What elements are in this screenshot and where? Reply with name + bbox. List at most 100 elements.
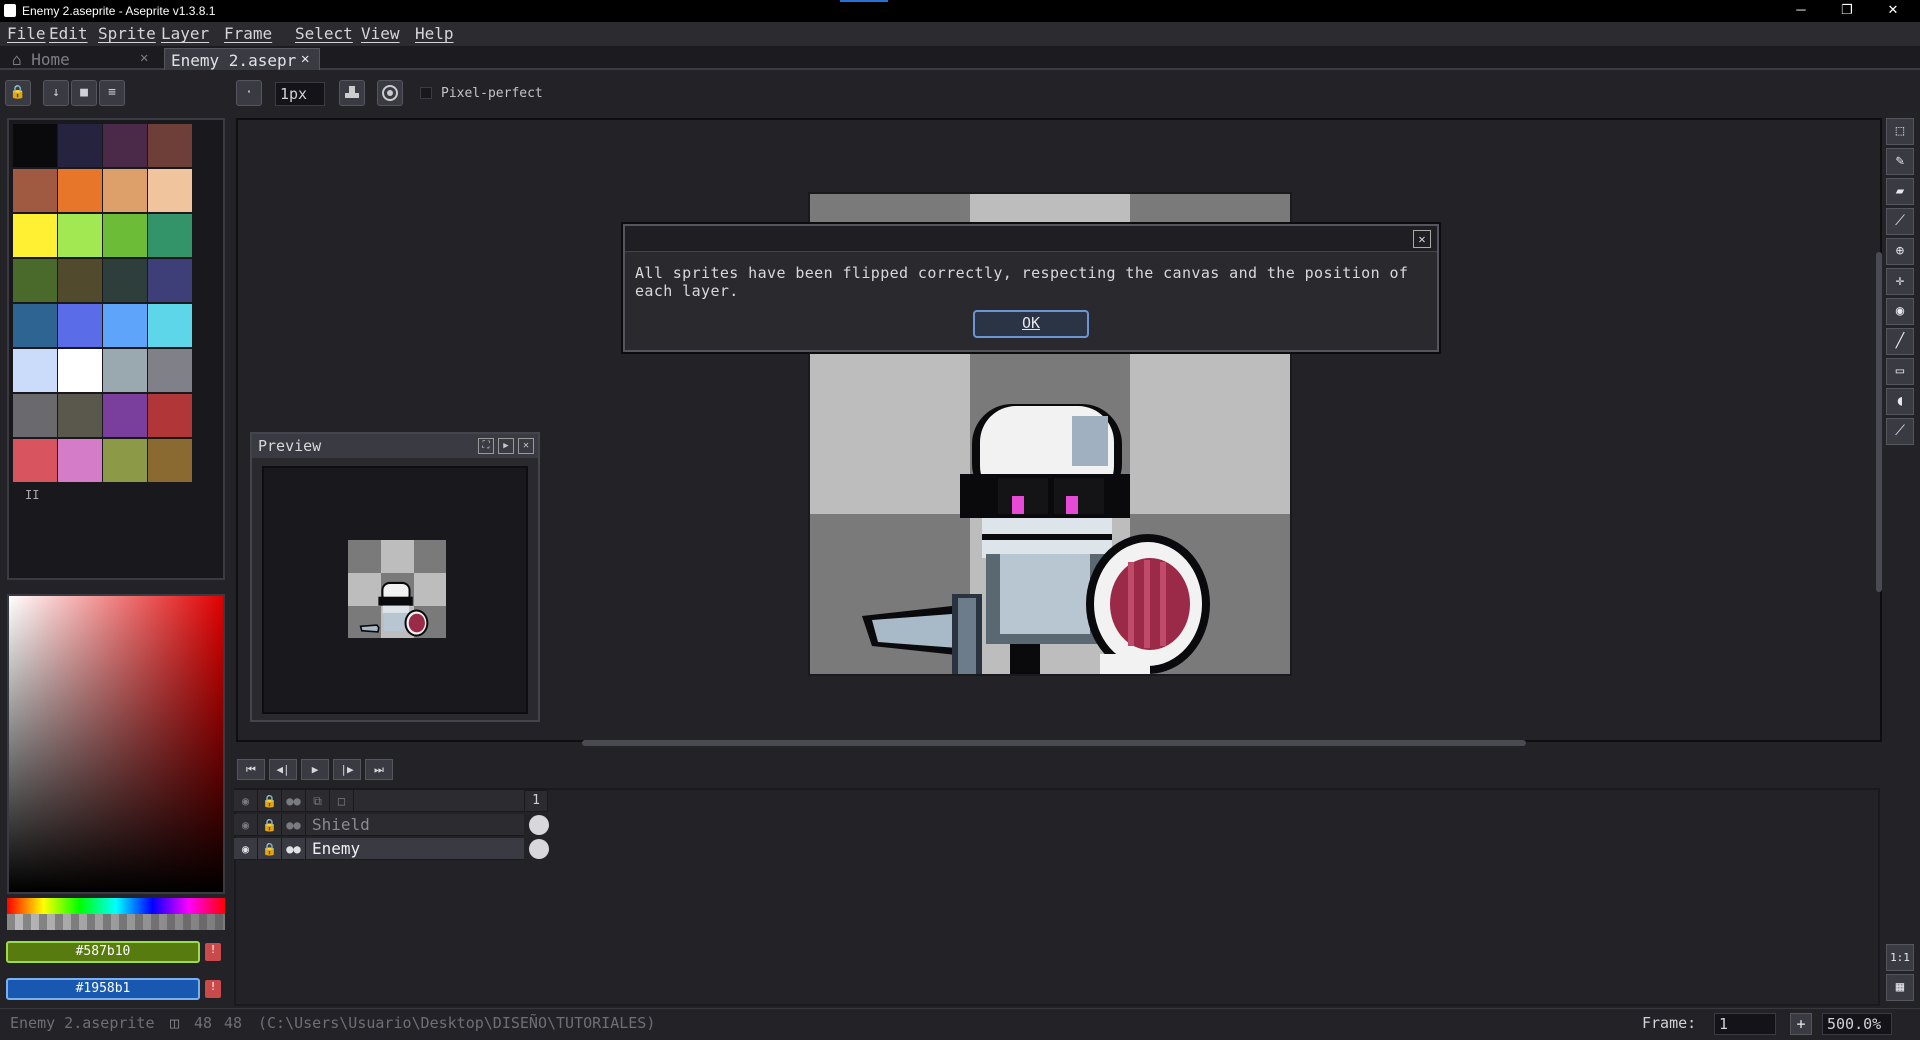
lock-icon[interactable]: 🔒	[258, 814, 282, 836]
lock-icon[interactable]: 🔒	[258, 838, 282, 860]
smudge-icon[interactable]: ⟋	[1886, 418, 1914, 445]
alert-dialog[interactable]: ✕ All sprites have been flipped correctl…	[623, 224, 1439, 352]
palette-swatch[interactable]	[58, 259, 102, 302]
first-frame-button[interactable]: ⏮	[237, 759, 265, 780]
cel-enemy-frame-1[interactable]	[529, 839, 549, 859]
frame-header-1[interactable]: 1	[524, 790, 548, 812]
tab-home-close-button[interactable]: ✕	[140, 50, 148, 66]
palette-swatch[interactable]	[13, 349, 57, 392]
palette-swatch[interactable]	[148, 304, 192, 347]
menu-file[interactable]: File	[7, 24, 46, 43]
lock-icon[interactable]: 🔒	[5, 80, 31, 106]
preview-window[interactable]: Preview ⛶ ▶ ✕	[250, 432, 540, 722]
palette-swatch[interactable]	[13, 124, 57, 167]
palette-swatch[interactable]	[103, 439, 147, 482]
tab-enemy-2[interactable]: Enemy 2.asepr ✕	[164, 48, 320, 70]
selection-icon[interactable]: ⬚	[1886, 118, 1914, 145]
palette-swatch[interactable]	[13, 394, 57, 437]
tab-enemy-2-close-button[interactable]: ✕	[301, 51, 309, 67]
horizontal-scrollbar[interactable]	[582, 740, 1526, 746]
zoom-icon[interactable]: ⊕	[1886, 238, 1914, 265]
target-icon[interactable]	[377, 80, 403, 106]
close-icon[interactable]: ✕	[1413, 230, 1431, 248]
palette-swatch[interactable]	[58, 439, 102, 482]
menu-select[interactable]: Select	[295, 24, 353, 43]
eye-icon[interactable]: ◉	[234, 790, 258, 812]
eyedropper-icon[interactable]: ⟋	[1886, 208, 1914, 235]
palette-swatch[interactable]	[148, 214, 192, 257]
palette-swatch[interactable]	[148, 259, 192, 302]
palette-save-button[interactable]: ■	[71, 80, 97, 106]
vertical-scrollbar[interactable]	[1876, 252, 1882, 592]
menu-frame[interactable]: Frame	[224, 24, 272, 43]
zoom-input[interactable]: 500.0%	[1822, 1013, 1892, 1035]
warning-icon[interactable]: !	[205, 980, 221, 998]
expand-icon[interactable]: ⛶	[478, 438, 494, 454]
palette-swatch[interactable]	[103, 349, 147, 392]
palette-swatch[interactable]	[148, 169, 192, 212]
palette-swatch[interactable]	[103, 394, 147, 437]
layers-icon[interactable]: ⧉	[306, 790, 330, 812]
last-frame-button[interactable]: ⏭	[365, 759, 393, 780]
hue-slider[interactable]	[7, 898, 225, 914]
preview-titlebar[interactable]: Preview ⛶ ▶ ✕	[252, 434, 538, 458]
blur-icon[interactable]: ◖	[1886, 388, 1914, 415]
palette-swatch[interactable]	[13, 304, 57, 347]
palette-swatch[interactable]	[148, 349, 192, 392]
layer-row-enemy[interactable]: ◉ 🔒 ●● Enemy	[234, 838, 524, 860]
add-frame-button[interactable]: +	[1790, 1013, 1812, 1035]
next-frame-button[interactable]: |▶	[333, 759, 361, 780]
menu-layer[interactable]: Layer	[161, 24, 209, 43]
palette-swatch[interactable]	[58, 349, 102, 392]
brush-size-field[interactable]: 1px	[275, 82, 325, 106]
palette-menu-button[interactable]: ≡	[99, 80, 125, 106]
play-button[interactable]: ▶	[301, 759, 329, 780]
frame-input[interactable]: 1	[1714, 1013, 1776, 1035]
palette-swatch[interactable]	[58, 169, 102, 212]
menu-view[interactable]: View	[361, 24, 400, 43]
maximize-button[interactable]: ❐	[1824, 0, 1870, 22]
warning-icon[interactable]: !	[205, 943, 221, 961]
palette-swatch[interactable]	[103, 259, 147, 302]
palette-swatch[interactable]	[148, 439, 192, 482]
close-icon[interactable]: ✕	[518, 438, 534, 454]
palette-swatch[interactable]	[103, 124, 147, 167]
continuous-icon[interactable]: ●●	[282, 838, 306, 860]
palette-swatch[interactable]	[148, 394, 192, 437]
palette-swatch[interactable]	[148, 124, 192, 167]
palette-swatch[interactable]	[103, 304, 147, 347]
background-color-button[interactable]: #1958b1	[6, 978, 200, 1000]
palette-down-button[interactable]: ↓	[43, 80, 69, 106]
color-picker[interactable]	[7, 594, 225, 894]
menu-edit[interactable]: Edit	[49, 24, 88, 43]
alpha-slider[interactable]	[7, 914, 225, 930]
palette-swatch[interactable]	[13, 259, 57, 302]
palette-swatch[interactable]	[103, 169, 147, 212]
pencil-icon[interactable]: ✎	[1886, 148, 1914, 175]
palette-swatch[interactable]	[58, 304, 102, 347]
lock-icon[interactable]: 🔒	[258, 790, 282, 812]
palette-swatch[interactable]	[58, 124, 102, 167]
palette-swatch[interactable]	[13, 169, 57, 212]
palette-swatch[interactable]	[13, 214, 57, 257]
eye-icon[interactable]: ◉	[234, 814, 258, 836]
cel-shield-frame-1[interactable]	[529, 815, 549, 835]
minimize-button[interactable]: ─	[1778, 0, 1824, 22]
palette-swatch[interactable]	[58, 394, 102, 437]
brush-shape-button[interactable]: ·	[236, 80, 262, 106]
continuous-icon[interactable]: ●●	[282, 790, 306, 812]
new-layer-icon[interactable]: □	[330, 790, 354, 812]
rectangle-icon[interactable]: ▭	[1886, 358, 1914, 385]
dialog-titlebar[interactable]: ✕	[625, 226, 1437, 252]
line-icon[interactable]: ╱	[1886, 328, 1914, 355]
previous-frame-button[interactable]: ◀|	[269, 759, 297, 780]
palette-swatch[interactable]	[103, 214, 147, 257]
eraser-icon[interactable]: ▰	[1886, 178, 1914, 205]
move-icon[interactable]: ✛	[1886, 268, 1914, 295]
palette-swatch[interactable]	[13, 439, 57, 482]
palette-swatch[interactable]	[58, 214, 102, 257]
tab-home[interactable]: ⌂ Home ✕	[6, 48, 162, 70]
eye-icon[interactable]: ◉	[234, 838, 258, 860]
layer-row-shield[interactable]: ◉ 🔒 ●● Shield	[234, 814, 524, 836]
continuous-icon[interactable]: ●●	[282, 814, 306, 836]
